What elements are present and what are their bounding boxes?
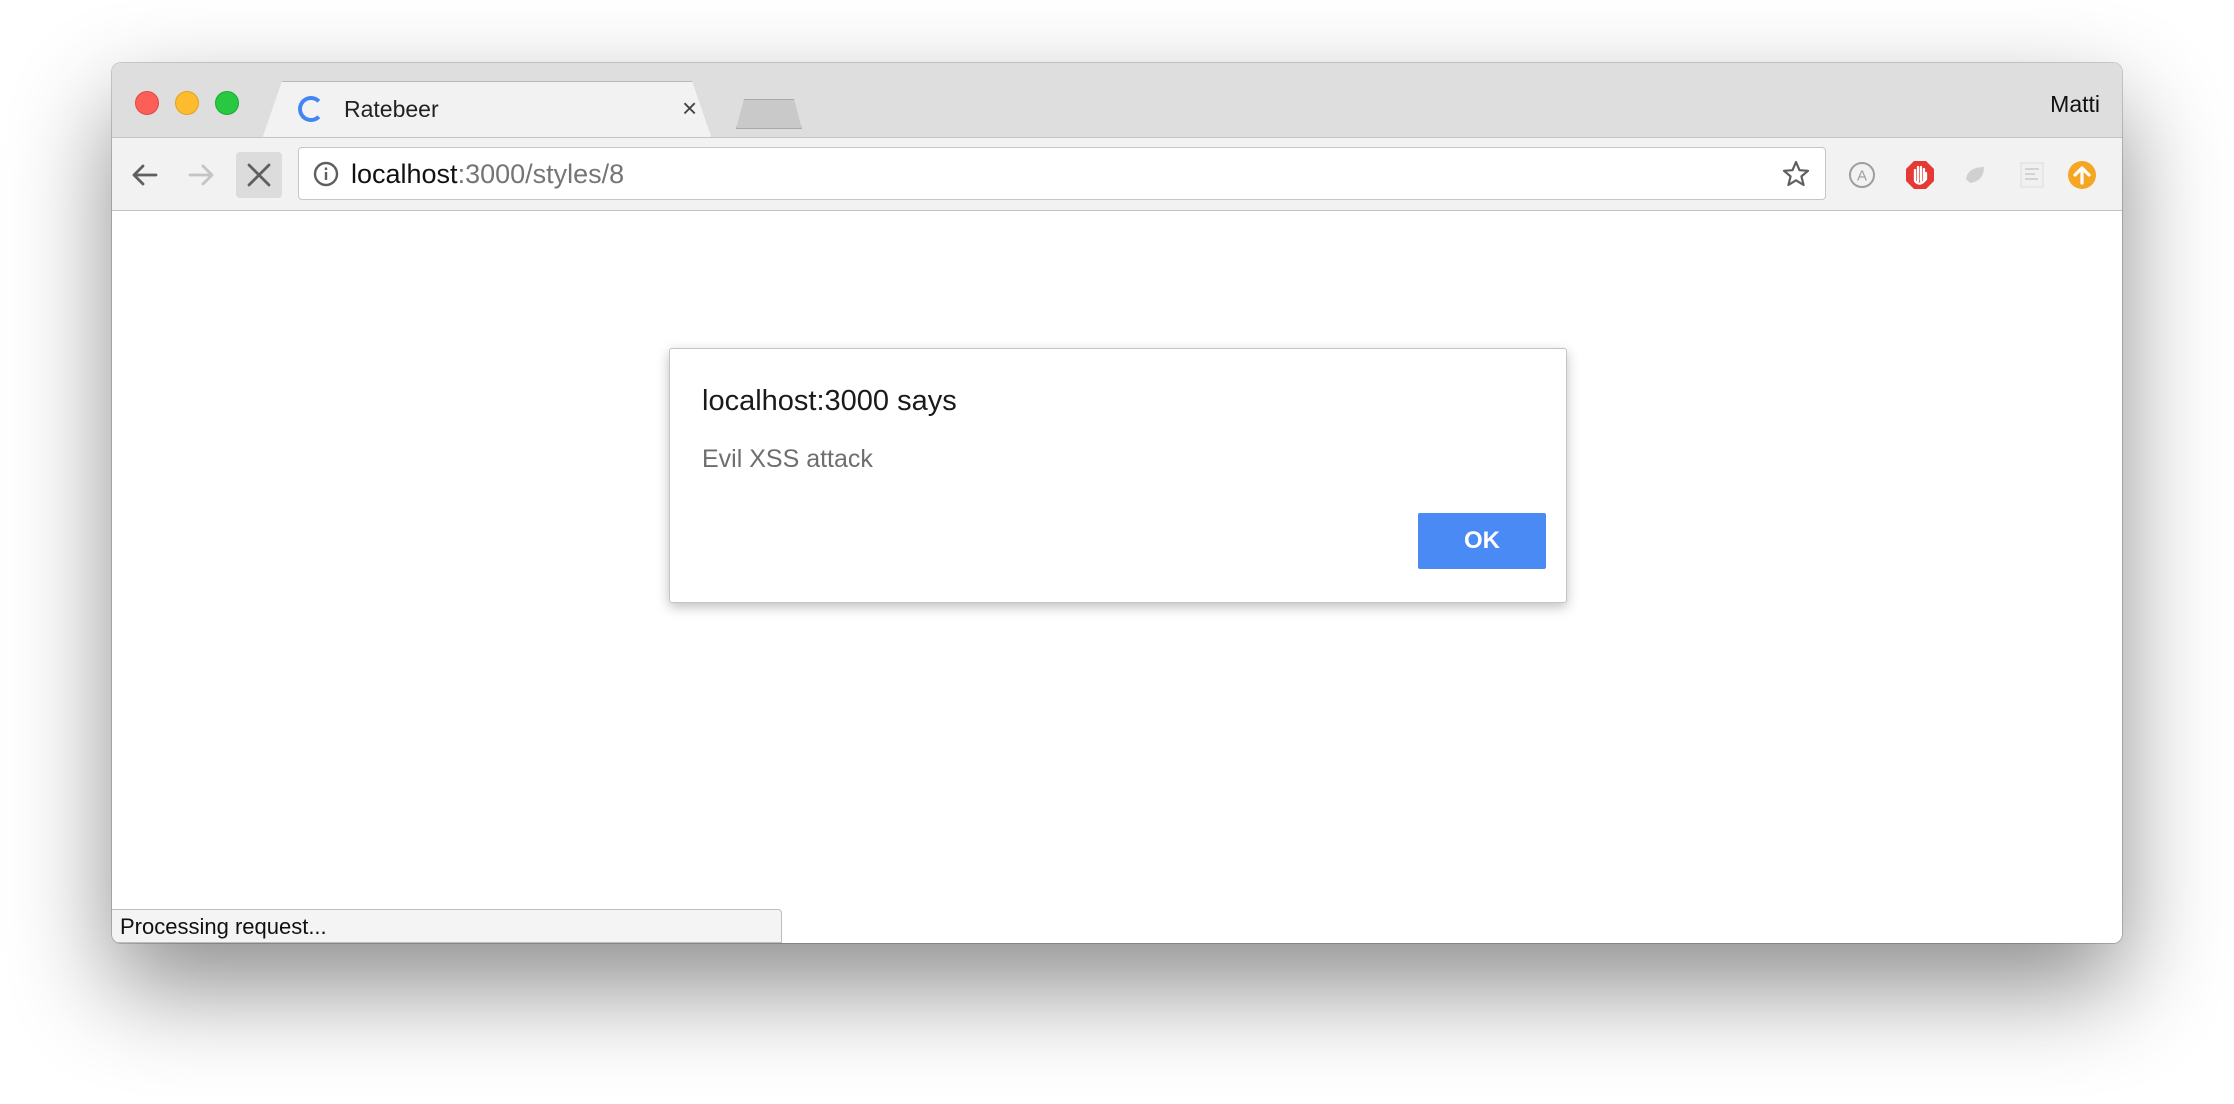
extension-a-icon[interactable]: A xyxy=(1846,159,1878,191)
close-x-icon xyxy=(247,163,271,187)
url-path: :3000/styles/8 xyxy=(457,159,625,189)
status-bubble: Processing request... xyxy=(112,909,782,943)
back-button[interactable] xyxy=(122,152,168,198)
svg-text:A: A xyxy=(1857,168,1867,185)
stop-button[interactable] xyxy=(236,152,282,198)
alert-dialog: localhost:3000 says Evil XSS attack OK xyxy=(669,348,1567,603)
tab-title: Ratebeer xyxy=(344,96,439,122)
profile-name[interactable]: Matti xyxy=(2050,91,2100,118)
adblock-hand-icon[interactable] xyxy=(1904,159,1936,191)
address-bar[interactable]: localhost:3000/styles/8 xyxy=(298,147,1826,200)
new-tab-button[interactable] xyxy=(736,99,802,129)
page-content: localhost:3000 says Evil XSS attack OK xyxy=(112,211,2122,943)
minimize-window-button[interactable] xyxy=(175,91,199,115)
tab-content: Ratebeer × xyxy=(262,82,712,139)
ok-button[interactable]: OK xyxy=(1418,513,1546,569)
extension-doc-icon[interactable] xyxy=(2016,159,2048,191)
maximize-window-button[interactable] xyxy=(215,91,239,115)
arrow-left-icon xyxy=(132,164,158,186)
url-text[interactable]: localhost:3000/styles/8 xyxy=(351,159,624,190)
close-window-button[interactable] xyxy=(135,91,159,115)
browser-window: Ratebeer × Matti localhost:3000/styles/8… xyxy=(112,63,2122,943)
update-arrow-icon[interactable] xyxy=(2066,159,2098,191)
dialog-message: Evil XSS attack xyxy=(702,445,873,473)
url-host: localhost xyxy=(351,159,458,189)
star-icon[interactable] xyxy=(1781,159,1811,189)
info-icon[interactable] xyxy=(313,161,339,187)
title-bar: Ratebeer × Matti xyxy=(112,63,2122,137)
tab-close-icon[interactable]: × xyxy=(682,94,697,122)
arrow-right-icon xyxy=(188,164,214,186)
browser-toolbar: localhost:3000/styles/8 A xyxy=(112,137,2122,211)
status-text: Processing request... xyxy=(120,914,327,939)
forward-button[interactable] xyxy=(178,152,224,198)
dialog-title: localhost:3000 says xyxy=(702,385,957,417)
loading-spinner-icon xyxy=(298,96,324,122)
extension-leaf-icon[interactable] xyxy=(1960,159,1992,191)
